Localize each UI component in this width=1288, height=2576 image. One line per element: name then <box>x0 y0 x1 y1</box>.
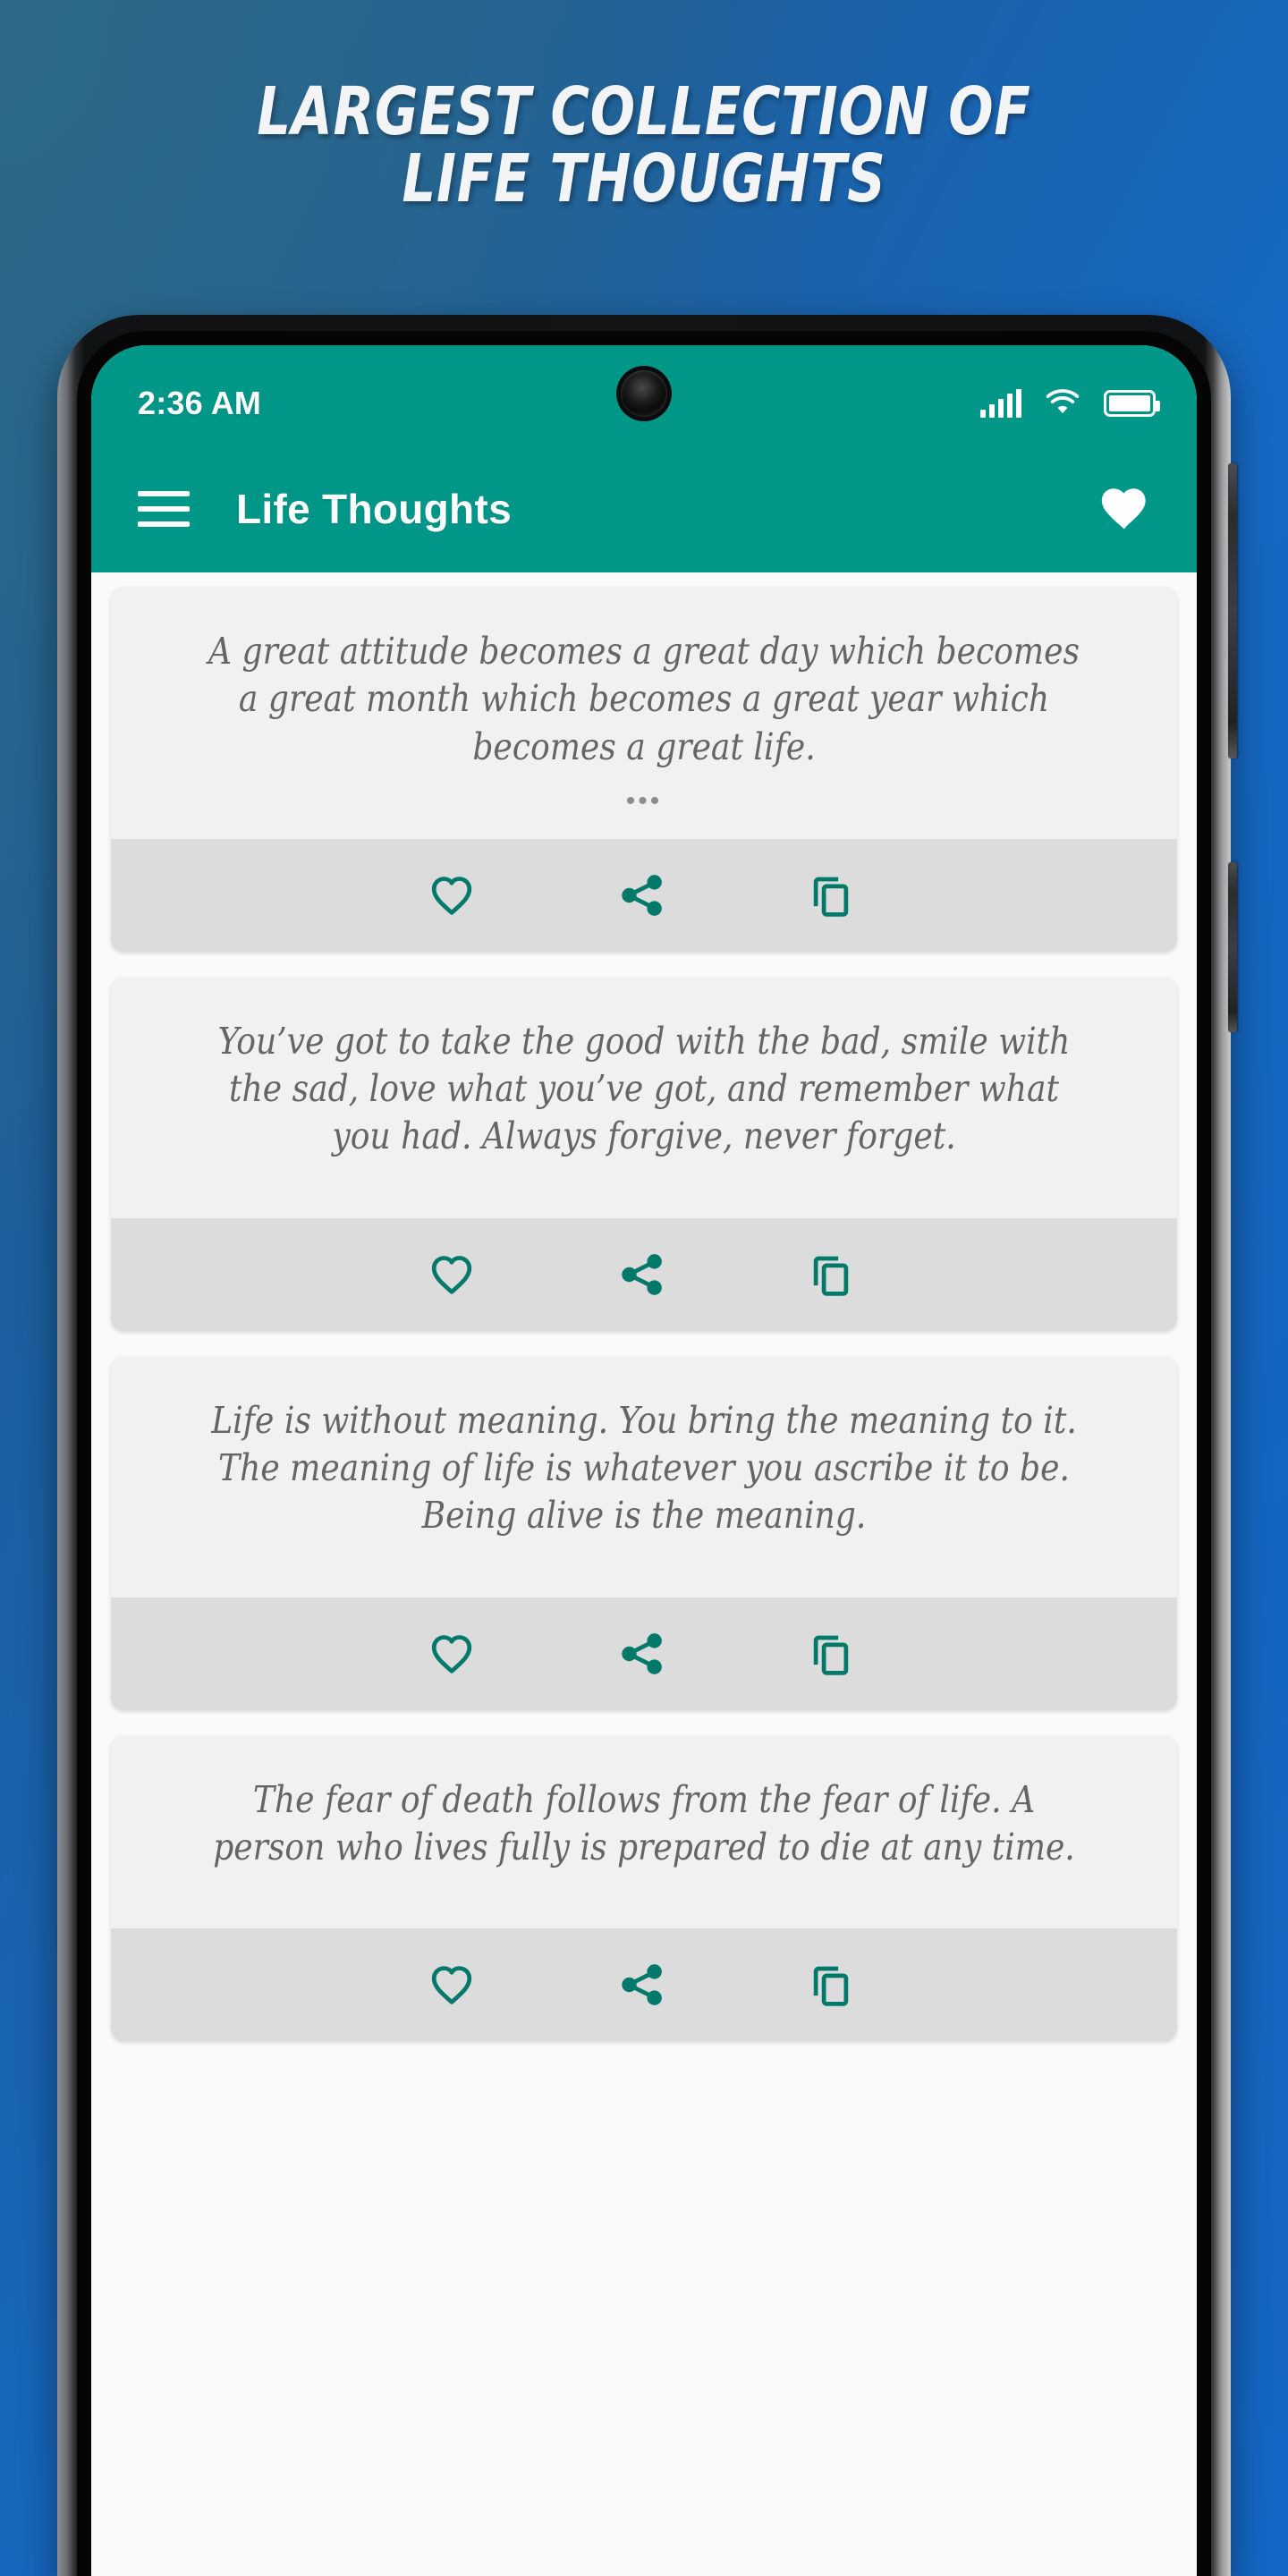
phone-screen: 2:36 AM Life Thoughts A great attitude b… <box>91 345 1197 2576</box>
favorite-button[interactable] <box>362 1218 541 1331</box>
power-button[interactable] <box>1228 862 1237 1032</box>
quote-action-bar <box>111 1217 1177 1331</box>
quote-action-bar <box>111 1928 1177 2042</box>
hamburger-menu-icon[interactable] <box>138 481 193 537</box>
wifi-icon <box>1045 387 1080 420</box>
phone-mockup: 2:36 AM Life Thoughts A great attitude b… <box>57 315 1237 2576</box>
quote-card[interactable]: The fear of death follows from the fear … <box>111 1734 1177 2042</box>
share-button[interactable] <box>552 1928 731 2041</box>
status-bar-icons <box>980 387 1160 420</box>
copy-button[interactable] <box>741 1597 920 1710</box>
quote-text: You’ve got to take the good with the bad… <box>217 1019 1071 1158</box>
volume-rocker-button[interactable] <box>1228 463 1237 758</box>
app-title: Life Thoughts <box>236 486 512 532</box>
promo-headline: LARGEST COLLECTION OF LIFE THOUGHTS <box>257 73 1031 218</box>
quote-text: The fear of death follows from the fear … <box>213 1777 1075 1868</box>
quote-expand-ellipsis[interactable] <box>111 1170 1177 1218</box>
share-button[interactable] <box>552 1597 731 1710</box>
share-button[interactable] <box>552 1218 731 1331</box>
favorites-heart-icon[interactable] <box>1093 478 1156 540</box>
quote-action-bar <box>111 838 1177 952</box>
signal-icon <box>980 389 1021 418</box>
phone-bezel: 2:36 AM Life Thoughts A great attitude b… <box>77 331 1211 2576</box>
copy-button[interactable] <box>741 1218 920 1331</box>
quote-action-bar <box>111 1597 1177 1710</box>
quote-card[interactable]: You’ve got to take the good with the bad… <box>111 976 1177 1331</box>
quote-expand-ellipsis[interactable] <box>111 1880 1177 1928</box>
quote-expand-ellipsis[interactable]: ••• <box>111 780 1177 839</box>
quote-expand-ellipsis[interactable] <box>111 1549 1177 1597</box>
app-bar: Life Thoughts <box>91 445 1197 572</box>
quote-card[interactable]: Life is without meaning. You bring the m… <box>111 1355 1177 1710</box>
copy-button[interactable] <box>741 1928 920 2041</box>
quote-list[interactable]: A great attitude becomes a great day whi… <box>91 572 1197 2576</box>
copy-button[interactable] <box>741 839 920 952</box>
quote-card[interactable]: A great attitude becomes a great day whi… <box>111 587 1177 952</box>
favorite-button[interactable] <box>362 839 541 952</box>
battery-icon <box>1104 390 1160 417</box>
status-bar-time: 2:36 AM <box>138 385 262 421</box>
front-camera-icon <box>621 370 667 417</box>
quote-text: Life is without meaning. You bring the m… <box>211 1398 1077 1538</box>
favorite-button[interactable] <box>362 1597 541 1710</box>
quote-text: A great attitude becomes a great day whi… <box>208 630 1080 768</box>
share-button[interactable] <box>552 839 731 952</box>
favorite-button[interactable] <box>362 1928 541 2041</box>
